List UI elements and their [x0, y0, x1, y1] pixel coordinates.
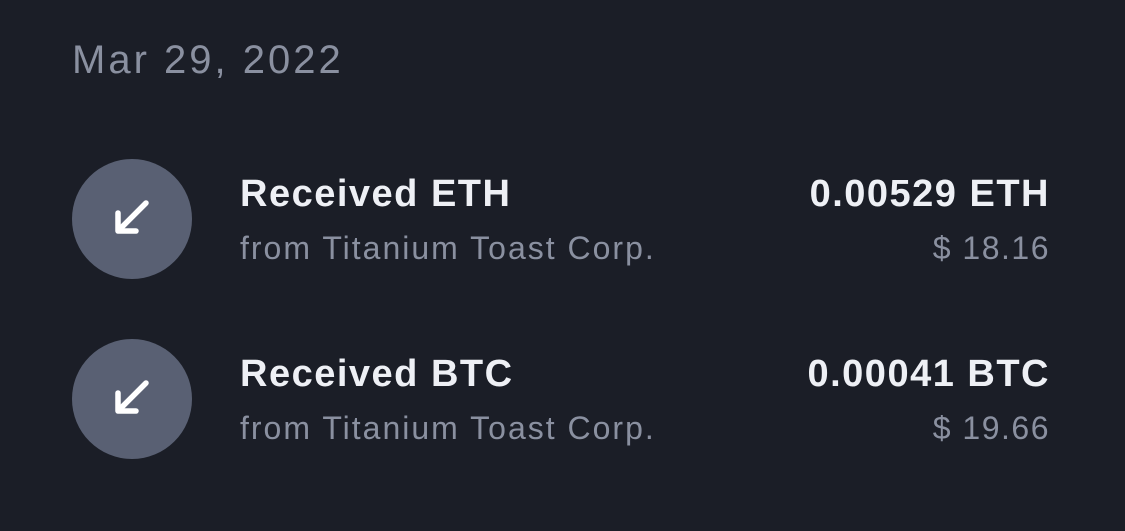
transaction-title: Received ETH	[240, 173, 512, 215]
transaction-crypto-amount: 0.00529 ETH	[809, 173, 1050, 215]
transaction-counterparty: from Titanium Toast Corp.	[240, 230, 656, 266]
transaction-fiat-amount: $ 19.66	[932, 410, 1050, 446]
date-section-header: Mar 29, 2022	[72, 38, 344, 82]
transaction-row-btc[interactable]: Received BTC from Titanium Toast Corp. 0…	[0, 339, 1125, 459]
arrow-down-left-icon	[115, 200, 149, 234]
transaction-type-avatar	[72, 339, 192, 459]
transaction-counterparty: from Titanium Toast Corp.	[240, 410, 656, 446]
transaction-row-eth[interactable]: Received ETH from Titanium Toast Corp. 0…	[0, 159, 1125, 279]
transaction-title: Received BTC	[240, 353, 514, 395]
transaction-crypto-amount: 0.00041 BTC	[807, 353, 1050, 395]
arrow-down-left-icon	[115, 380, 149, 414]
transaction-type-avatar	[72, 159, 192, 279]
transaction-fiat-amount: $ 18.16	[932, 230, 1050, 266]
transaction-history-screen: Mar 29, 2022 Received ETH from Titanium …	[0, 0, 1125, 531]
